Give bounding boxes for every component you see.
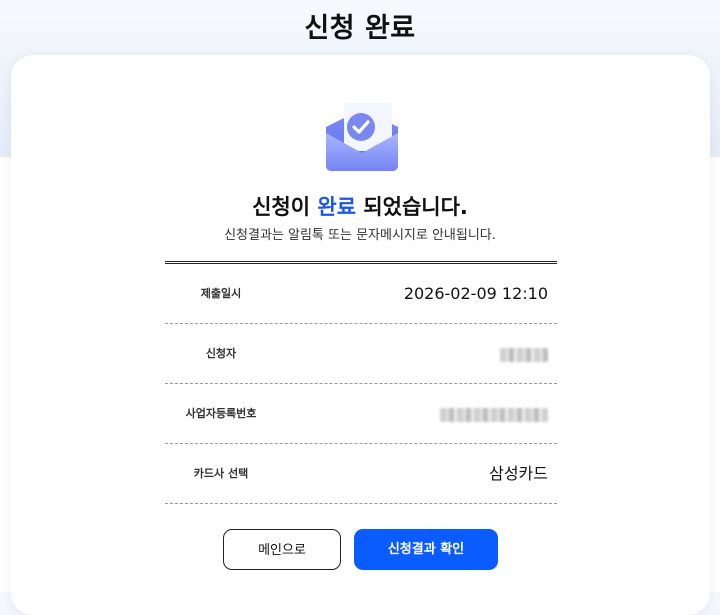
details-table: 제출일시 2026-02-09 12:10 신청자 사업자등록번호 카드사 선택… xyxy=(165,261,557,504)
masked-value xyxy=(440,384,548,443)
headline-accent: 완료 xyxy=(317,195,357,219)
detail-value: 2026-02-09 12:10 xyxy=(403,284,548,303)
check-result-button[interactable]: 신청결과 확인 xyxy=(354,529,498,570)
detail-label: 사업자등록번호 xyxy=(185,407,257,420)
envelope-check-icon xyxy=(324,103,400,173)
headline-suffix: 되었습니다. xyxy=(356,195,468,219)
detail-row-card-company: 카드사 선택 삼성카드 xyxy=(165,444,557,504)
detail-label: 제출일시 xyxy=(200,287,242,300)
completion-subtext: 신청결과는 알림톡 또는 문자메시지로 안내됩니다. xyxy=(224,228,496,243)
detail-label: 카드사 선택 xyxy=(193,467,249,480)
headline-prefix: 신청이 xyxy=(252,195,318,219)
completion-headline: 신청이 완료 되었습니다. xyxy=(0,191,720,221)
detail-row-business-number: 사업자등록번호 xyxy=(165,384,557,444)
page-title: 신청 완료 xyxy=(304,13,416,44)
detail-row-applicant: 신청자 xyxy=(165,324,557,384)
masked-value xyxy=(500,324,548,383)
main-button[interactable]: 메인으로 xyxy=(223,529,341,570)
detail-value: 삼성카드 xyxy=(489,464,548,483)
detail-label: 신청자 xyxy=(205,347,237,360)
detail-row-submitted-at: 제출일시 2026-02-09 12:10 xyxy=(165,264,557,324)
